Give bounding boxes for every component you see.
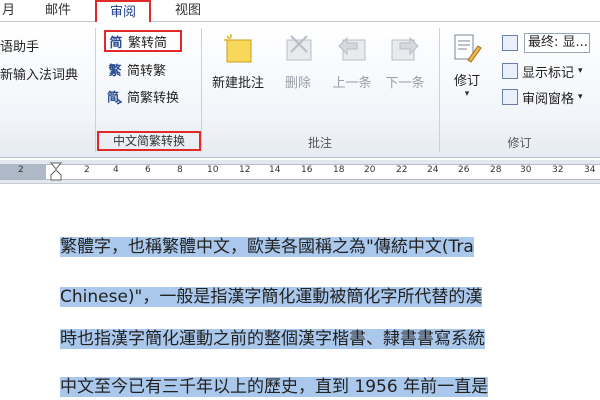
ruler-tick-label: 8 xyxy=(177,165,183,175)
group-separator xyxy=(95,28,96,152)
ruler-tick-label: 22 xyxy=(396,165,408,175)
ribbon-tab-bar: 月 邮件 审阅 视图 xyxy=(0,0,600,23)
tab-view[interactable]: 视图 xyxy=(166,0,210,22)
show-markup-label: 显示标记 xyxy=(522,65,575,81)
traditional-to-simplified-button[interactable]: 简 繁转简 xyxy=(104,30,182,52)
ruler-tick-label: 30 xyxy=(520,165,532,175)
ruler-tick-label: 2 xyxy=(84,165,90,175)
svg-text:简: 简 xyxy=(107,89,119,104)
ruler-tick-label: 6 xyxy=(145,165,151,175)
new-comment-label: 新建批注 xyxy=(211,76,264,91)
document-line[interactable]: Chinese)"，一般是指漢字簡化運動被簡化字所代替的漢 xyxy=(58,283,483,312)
tab-partial-left[interactable]: 月 xyxy=(0,0,20,22)
display-for-review-row: 最终: 显... xyxy=(502,32,590,54)
language-assistant-button[interactable]: 语助手 xyxy=(0,36,39,55)
next-comment-icon xyxy=(388,32,422,66)
tab-mailings[interactable]: 邮件 xyxy=(36,0,80,22)
ruler-tick-label: 26 xyxy=(458,165,470,175)
simplified-to-traditional-label: 简转繁 xyxy=(127,63,167,79)
reviewing-pane-button[interactable]: 审阅窗格 ▾ xyxy=(502,86,583,108)
document-line[interactable]: 繁體字，也稱繁體中文，歐美各國稱之為"傳統中文(Tra xyxy=(58,233,474,262)
chinese-conversion-group-label: 中文简繁转换 xyxy=(97,131,201,151)
document-page[interactable]: 繁體字，也稱繁體中文，歐美各國稱之為"傳統中文(Tra Chinese)"，一般… xyxy=(0,185,600,400)
next-comment-label: 下一条 xyxy=(385,76,425,91)
previous-comment-button[interactable]: 上一条 xyxy=(322,32,382,91)
ruler-tick-label: 28 xyxy=(490,165,502,175)
next-comment-button[interactable]: 下一条 xyxy=(375,32,435,91)
delete-comment-button[interactable]: 删除 xyxy=(268,32,328,91)
document-line[interactable]: 時也指漢字簡化運動之前的整個漢字楷書、隸書書寫系統 xyxy=(58,325,485,354)
selected-text: 時也指漢字簡化運動之前的整個漢字楷書、隸書書寫系統 xyxy=(60,329,485,349)
ruler-tick-label: 24 xyxy=(427,165,439,175)
delete-comment-icon xyxy=(281,32,315,66)
previous-comment-icon xyxy=(335,32,369,66)
traditional-to-simplified-label: 繁转简 xyxy=(128,35,168,51)
ruler-tick-label: 32 xyxy=(552,165,564,175)
traditional-char-icon: 繁 xyxy=(108,63,122,79)
new-ime-dictionary-button[interactable]: 新输入法词典 xyxy=(0,64,78,83)
ruler-tick-label: 16 xyxy=(301,165,313,175)
convert-chinese-button[interactable]: 简 简繁转换 xyxy=(106,85,179,107)
selected-text: Chinese)"，一般是指漢字簡化運動被簡化字所代替的漢 xyxy=(60,287,483,307)
ruler-tick-label: 2 xyxy=(18,165,24,175)
show-markup-button[interactable]: 显示标记 ▾ xyxy=(502,60,583,82)
selected-text: 繁體字，也稱繁體中文，歐美各國稱之為"傳統中文(Tra xyxy=(60,237,474,257)
show-markup-dropdown-icon[interactable]: ▾ xyxy=(578,66,583,76)
convert-chinese-icon: 简 xyxy=(106,87,124,105)
ruler-tick-label: 18 xyxy=(333,165,345,175)
display-for-review-icon xyxy=(502,35,518,51)
horizontal-ruler[interactable]: 2 2 4 6 8 10 12 14 16 18 20 22 24 26 28 30 32 34 xyxy=(0,160,600,184)
ruler-tick-label: 12 xyxy=(239,165,251,175)
display-for-review-select[interactable]: 最终: 显... xyxy=(524,33,590,53)
simplified-char-icon: 简 xyxy=(109,35,123,51)
track-changes-label: 修订 xyxy=(453,74,480,89)
ruler-strip xyxy=(46,164,600,180)
tracking-group-label: 修订 xyxy=(507,136,532,150)
ruler-tick-label: 10 xyxy=(207,165,219,175)
ruler-tick-label: 14 xyxy=(269,165,281,175)
reviewing-pane-dropdown-icon[interactable]: ▾ xyxy=(578,92,583,102)
delete-comment-label: 删除 xyxy=(284,76,311,91)
new-comment-icon xyxy=(221,32,255,66)
convert-chinese-label: 简繁转换 xyxy=(127,90,180,106)
indent-marker-icon[interactable] xyxy=(49,162,63,182)
comments-group-label: 批注 xyxy=(307,136,332,150)
new-comment-button[interactable]: 新建批注 xyxy=(208,32,268,91)
track-changes-icon xyxy=(452,32,482,66)
tab-review[interactable]: 审阅 xyxy=(95,0,151,23)
ruler-tick-label: 20 xyxy=(364,165,376,175)
track-changes-dropdown-icon[interactable]: ▾ xyxy=(447,89,487,99)
ruler-tick-label: 4 xyxy=(113,165,119,175)
simplified-to-traditional-button[interactable]: 繁 简转繁 xyxy=(106,58,166,80)
previous-comment-label: 上一条 xyxy=(332,76,372,91)
reviewing-pane-icon xyxy=(502,89,518,105)
show-markup-icon xyxy=(502,63,518,79)
document-line[interactable]: 中文至今已有三千年以上的歷史，直到 1956 年前一直是 xyxy=(58,373,489,400)
track-changes-button[interactable]: 修订 ▾ xyxy=(447,32,487,99)
selected-text: 中文至今已有三千年以上的歷史，直到 1956 年前一直是 xyxy=(60,377,489,397)
ribbon-review: 语助手 新输入法词典 简 繁转简 繁 简转繁 简 简繁转换 中文简繁转换 新建批… xyxy=(0,22,600,158)
reviewing-pane-label: 审阅窗格 xyxy=(522,91,575,107)
ruler-tick-label: 34 xyxy=(584,165,596,175)
